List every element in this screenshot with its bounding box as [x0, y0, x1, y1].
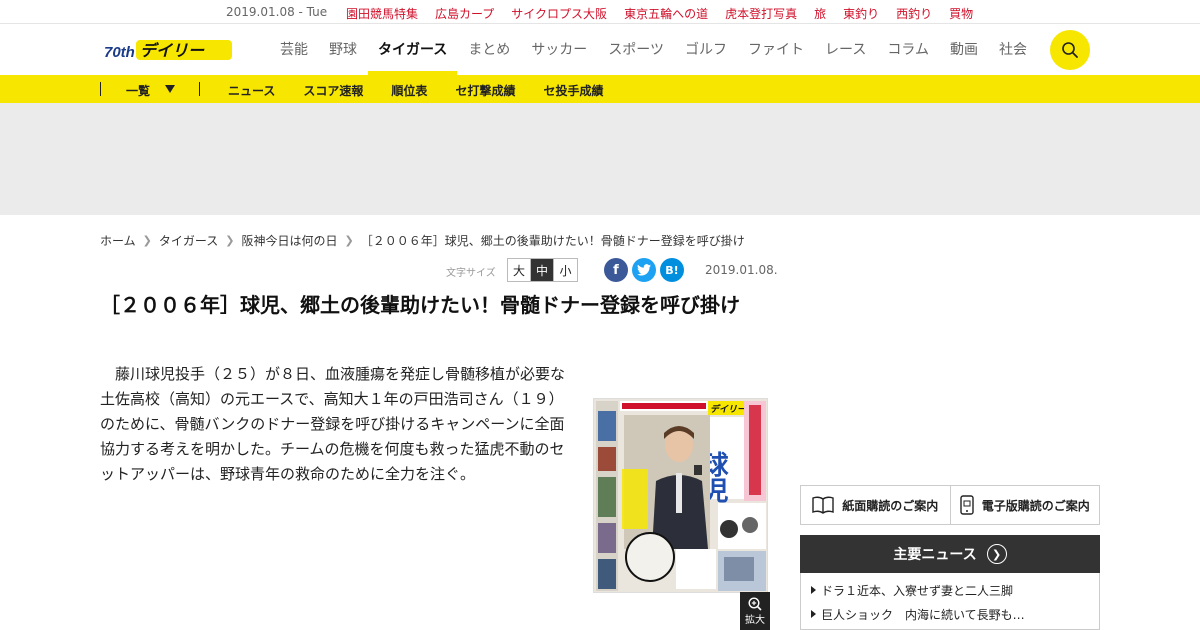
logo-badge: 70th	[104, 44, 135, 61]
site-logo[interactable]: 70th デイリー	[104, 38, 234, 62]
chevron-right-icon: ❯	[225, 234, 235, 247]
hatena-share-button[interactable]: B!	[660, 258, 684, 282]
newspaper-front-page-image[interactable]: デイリー 球児	[593, 398, 768, 593]
article-headline: ［２００６年］球児、郷土の後輩助けたい！骨髄ドナー登録を呼び掛け	[100, 293, 740, 317]
search-button[interactable]	[1050, 30, 1090, 70]
paper-masthead: デイリー	[710, 404, 747, 415]
top-link[interactable]: 園田競馬特集	[346, 5, 418, 22]
share-buttons: f B!	[604, 258, 684, 282]
nav-item-column[interactable]: コラム	[887, 25, 929, 75]
main-nav: 芸能 野球 タイガース まとめ サッカー スポーツ ゴルフ ファイト レース コ…	[280, 25, 1048, 75]
sub-nav-links: ニュース スコア速報 順位表 セ打撃成績 セ投手成績	[228, 82, 631, 99]
nav-item-race[interactable]: レース	[825, 25, 866, 75]
publish-date: 2019.01.08.	[705, 263, 778, 277]
top-link[interactable]: 広島カープ	[435, 5, 494, 22]
top-strip: 2019.01.08 - Tue 園田競馬特集 広島カープ サイクロプス大阪 東…	[0, 0, 1200, 24]
top-links: 園田競馬特集 広島カープ サイクロプス大阪 東京五輪への道 虎本登打写真 旅 東…	[346, 5, 990, 22]
zoom-in-icon	[748, 596, 762, 611]
main-news-header[interactable]: 主要ニュース ❯	[800, 535, 1100, 573]
hatena-icon: B!	[665, 263, 679, 277]
nav-item-sports[interactable]: スポーツ	[608, 25, 664, 75]
top-link[interactable]: サイクロプス大阪	[511, 5, 607, 22]
nav-item-society[interactable]: 社会	[999, 25, 1027, 75]
sub-nav-batting[interactable]: セ打撃成績	[455, 82, 515, 99]
top-link[interactable]: 旅	[814, 5, 826, 22]
breadcrumb-current: ［２００６年］球児、郷土の後輩助けたい！骨髄ドナー登録を呼び掛け	[360, 234, 745, 248]
sub-nav-standings[interactable]: 順位表	[391, 82, 427, 99]
news-headline: ドラ１近本、入寮せず妻と二人三脚	[821, 584, 1014, 598]
arrow-right-icon: ❯	[986, 544, 1007, 564]
dropdown-arrow-icon[interactable]	[165, 85, 175, 93]
nav-item-golf[interactable]: ゴルフ	[685, 25, 727, 75]
font-size-medium-button[interactable]: 中	[531, 259, 554, 281]
font-size-switcher: 大 中 小	[507, 258, 578, 282]
divider	[100, 82, 101, 96]
subscription-links: 紙面購読のご案内 電子版購読のご案内	[800, 485, 1100, 525]
font-size-small-button[interactable]: 小	[554, 259, 577, 281]
nav-item-video[interactable]: 動画	[950, 25, 978, 75]
top-link[interactable]: 虎本登打写真	[725, 5, 797, 22]
print-subscription-link[interactable]: 紙面購読のご案内	[801, 486, 951, 524]
digital-subscription-link[interactable]: 電子版購読のご案内	[951, 486, 1100, 524]
main-news-list: ドラ１近本、入寮せず妻と二人三脚 巨人ショック 内海に続いて長野も…	[800, 573, 1100, 630]
top-link[interactable]: 東釣り	[843, 5, 879, 22]
search-icon	[1062, 42, 1078, 58]
smartphone-icon	[960, 495, 974, 515]
nav-item-soccer[interactable]: サッカー	[531, 25, 587, 75]
zoom-button[interactable]: 拡大	[740, 592, 770, 630]
list-item[interactable]: ドラ１近本、入寮せず妻と二人三脚	[811, 579, 1089, 603]
breadcrumb-home[interactable]: ホーム	[100, 232, 136, 249]
divider	[199, 82, 200, 96]
print-subscription-label: 紙面購読のご案内	[842, 498, 939, 513]
font-size-label: 文字サイズ	[446, 268, 496, 279]
current-date: 2019.01.08 - Tue	[226, 5, 328, 19]
sub-nav-score[interactable]: スコア速報	[303, 82, 363, 99]
nav-item-yakyu[interactable]: 野球	[329, 25, 357, 75]
nav-item-matome[interactable]: まとめ	[468, 25, 510, 75]
sub-nav: 一覧 ニュース スコア速報 順位表 セ打撃成績 セ投手成績	[0, 75, 1200, 103]
list-dropdown-label[interactable]: 一覧	[126, 82, 150, 99]
top-link[interactable]: 西釣り	[896, 5, 932, 22]
facebook-share-button[interactable]: f	[604, 258, 628, 282]
facebook-icon: f	[613, 262, 619, 278]
open-book-icon	[812, 496, 834, 514]
article-body: 藤川球児投手（２５）が８日、血液腫瘍を発症し骨髄移植が必要な土佐高校（高知）の元…	[100, 365, 566, 483]
chevron-right-icon: ❯	[344, 234, 354, 247]
sub-nav-pitching[interactable]: セ投手成績	[543, 82, 603, 99]
zoom-label: 拡大	[745, 614, 765, 626]
top-link[interactable]: 東京五輪への道	[624, 5, 708, 22]
breadcrumb-tigers[interactable]: タイガース	[159, 232, 218, 249]
top-link[interactable]: 買物	[949, 5, 973, 22]
nav-item-tigers[interactable]: タイガース	[367, 25, 458, 75]
bullet-triangle-icon	[811, 610, 816, 618]
twitter-icon	[637, 264, 651, 276]
breadcrumb-today[interactable]: 阪神今日は何の日	[241, 232, 337, 249]
list-item[interactable]: 巨人ショック 内海に続いて長野も…	[811, 603, 1089, 627]
news-headline: 巨人ショック 内海に続いて長野も…	[821, 608, 1025, 622]
font-size-large-button[interactable]: 大	[508, 259, 531, 281]
main-news-title: 主要ニュース	[893, 547, 977, 563]
sub-nav-news[interactable]: ニュース	[228, 82, 275, 99]
digital-subscription-label: 電子版購読のご案内	[981, 498, 1090, 513]
ad-banner-area	[0, 103, 1200, 215]
twitter-share-button[interactable]	[632, 258, 656, 282]
chevron-right-icon: ❯	[142, 234, 152, 247]
logo-text: デイリー	[140, 41, 205, 60]
site-header: 70th デイリー 芸能 野球 タイガース まとめ サッカー スポーツ ゴルフ …	[0, 25, 1200, 75]
nav-item-geino[interactable]: 芸能	[280, 25, 308, 75]
nav-item-fight[interactable]: ファイト	[748, 25, 804, 75]
bullet-triangle-icon	[811, 586, 816, 594]
breadcrumb: ホーム ❯ タイガース ❯ 阪神今日は何の日 ❯ ［２００６年］球児、郷土の後輩…	[100, 232, 745, 249]
